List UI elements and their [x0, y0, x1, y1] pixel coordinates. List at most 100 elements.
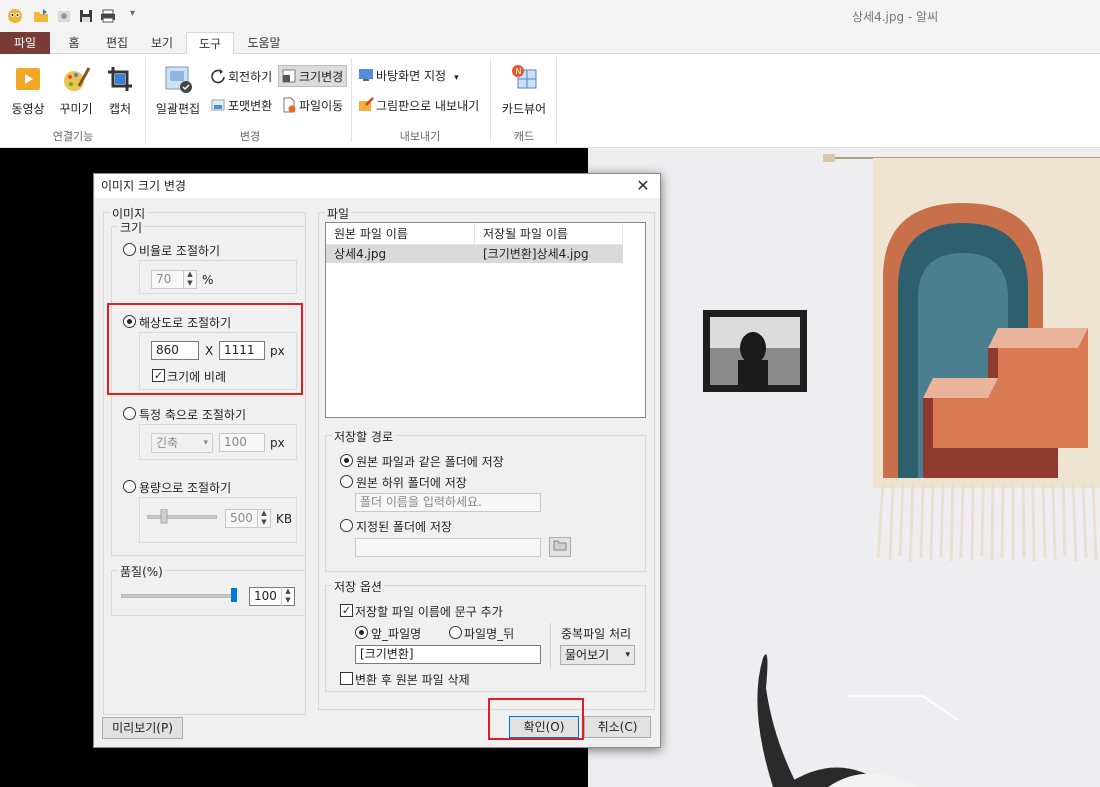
paint-export-icon	[358, 97, 374, 113]
format-convert-label: 포맷변환	[228, 99, 273, 113]
svg-text:N: N	[516, 67, 522, 76]
axis-input[interactable]: 100	[219, 433, 265, 452]
ratio-spinner[interactable]: ▲ ▼	[183, 270, 196, 289]
browse-folder-button[interactable]	[549, 537, 571, 557]
same-folder-radio[interactable]	[340, 454, 353, 467]
axis-select-value: 긴축	[156, 436, 179, 450]
prefix-label: 앞_파일명	[371, 627, 422, 641]
ribbon-divider	[490, 58, 491, 142]
size-group-title: 크기	[118, 219, 145, 236]
paint-brush-icon	[61, 64, 91, 94]
delete-original-label: 변환 후 원본 파일 삭제	[355, 673, 470, 687]
settings-icon[interactable]	[55, 7, 73, 25]
file-move-label: 파일이동	[299, 99, 344, 113]
set-wallpaper-button[interactable]: 바탕화면 지정 ▾	[358, 65, 459, 87]
ribbon: 동영상 꾸미기 캡처 연결기능 일괄편집 회전하기 크기변경 포맷변환 파일이동…	[0, 54, 1100, 148]
crop-icon	[105, 64, 135, 94]
capacity-slider-thumb[interactable]	[160, 508, 168, 525]
quality-slider-track[interactable]	[121, 594, 235, 598]
capacity-unit: KB	[276, 512, 293, 526]
delete-original-checkbox[interactable]	[340, 672, 353, 685]
column-header-original[interactable]: 원본 파일 이름	[326, 223, 475, 245]
tab-tools[interactable]: 도구	[186, 32, 234, 55]
axis-select[interactable]: 긴축 ▾	[151, 433, 213, 453]
axis-unit: px	[270, 436, 285, 450]
duplicate-select[interactable]: 물어보기 ▾	[560, 645, 635, 665]
axis-radio[interactable]	[123, 407, 136, 420]
duplicate-label: 중복파일 처리	[561, 627, 632, 641]
print-icon[interactable]	[99, 7, 117, 25]
axis-label: 특정 축으로 조절하기	[139, 408, 246, 422]
same-folder-label: 원본 파일과 같은 폴더에 저장	[356, 455, 504, 469]
divider	[550, 623, 551, 668]
close-icon[interactable]: ✕	[632, 175, 654, 197]
ratio-unit: %	[202, 273, 214, 287]
add-text-checkbox[interactable]: ✓	[340, 604, 353, 617]
highlight-ok-button	[488, 698, 584, 740]
tab-view[interactable]: 보기	[140, 32, 184, 54]
file-move-button[interactable]: 파일이동	[281, 95, 343, 117]
decorate-label: 꾸미기	[59, 102, 93, 116]
duplicate-select-value: 물어보기	[565, 648, 610, 662]
quality-slider-thumb[interactable]	[230, 588, 238, 604]
group-label-export: 내보내기	[399, 130, 441, 143]
save-options-title: 저장 옵션	[332, 578, 384, 595]
export-paint-label: 그림판으로 내보내기	[376, 99, 480, 113]
file-group-title: 파일	[325, 205, 352, 222]
quick-access-menu-icon[interactable]: ▾	[130, 8, 135, 19]
chevron-down-icon: ▾	[454, 73, 459, 83]
save-path-title: 저장할 경로	[332, 428, 396, 445]
decorate-button[interactable]: 꾸미기	[56, 64, 96, 117]
highlight-resolution	[107, 303, 303, 395]
sub-folder-input[interactable]: 폴더 이름을 입력하세요.	[355, 493, 541, 512]
batch-edit-button[interactable]: 일괄편집	[150, 64, 206, 117]
capacity-slider-track[interactable]	[147, 515, 217, 519]
saved-filename: [크기변환]상세4.jpg	[483, 247, 589, 261]
resize-button[interactable]: 크기변경	[278, 65, 348, 87]
save-icon[interactable]	[77, 7, 95, 25]
tab-file[interactable]: 파일	[0, 32, 50, 54]
batch-edit-label: 일괄편집	[155, 102, 201, 116]
rotate-label: 회전하기	[228, 70, 273, 84]
batch-edit-icon	[163, 64, 193, 94]
cancel-button[interactable]: 취소(C)	[584, 716, 651, 738]
card-viewer-button[interactable]: N 카드뷰어	[498, 64, 550, 117]
ribbon-divider	[351, 58, 352, 142]
ratio-radio[interactable]	[123, 243, 136, 256]
format-convert-button[interactable]: 포맷변환	[210, 95, 272, 117]
original-filename: 상세4.jpg	[334, 247, 387, 261]
capacity-spinner[interactable]: ▲ ▼	[257, 509, 270, 528]
sub-folder-label: 원본 하위 폴더에 저장	[356, 476, 467, 490]
specified-folder-radio[interactable]	[340, 519, 353, 532]
prefix-radio[interactable]	[355, 626, 368, 639]
ratio-label: 비율로 조절하기	[139, 244, 221, 258]
capture-button[interactable]: 캡처	[100, 64, 140, 117]
tab-home[interactable]: 홈	[52, 32, 96, 54]
text-input[interactable]: [크기변환]	[355, 645, 541, 664]
sub-folder-radio[interactable]	[340, 475, 353, 488]
video-button[interactable]: 동영상	[8, 64, 48, 117]
tab-help[interactable]: 도움말	[236, 32, 292, 54]
capacity-label: 용량으로 조절하기	[139, 481, 232, 495]
quality-spinner[interactable]: ▲ ▼	[281, 587, 294, 606]
column-header-saved[interactable]: 저장될 파일 이름	[475, 223, 623, 245]
file-move-icon	[281, 97, 297, 113]
group-label-connect: 연결기능	[52, 130, 94, 143]
table-row[interactable]: 상세4.jpg [크기변환]상세4.jpg	[326, 245, 623, 263]
open-folder-icon[interactable]	[32, 7, 50, 25]
specified-folder-input[interactable]	[355, 538, 541, 557]
video-icon	[13, 64, 43, 94]
group-label-card: 캐드	[513, 130, 535, 143]
tab-edit[interactable]: 편집	[96, 32, 138, 54]
rotate-button[interactable]: 회전하기	[210, 66, 272, 88]
app-logo-icon	[6, 7, 24, 25]
capacity-radio[interactable]	[123, 480, 136, 493]
preview-button[interactable]: 미리보기(P)	[102, 717, 183, 739]
file-list[interactable]: 원본 파일 이름 저장될 파일 이름 상세4.jpg [크기변환]상세4.jpg	[325, 222, 646, 418]
chevron-down-icon: ▾	[625, 650, 630, 660]
group-label-convert: 변경	[239, 130, 261, 143]
video-label: 동영상	[11, 102, 45, 116]
suffix-radio[interactable]	[449, 626, 462, 639]
displayed-photo	[588, 148, 1100, 787]
export-paint-button[interactable]: 그림판으로 내보내기	[358, 95, 479, 117]
